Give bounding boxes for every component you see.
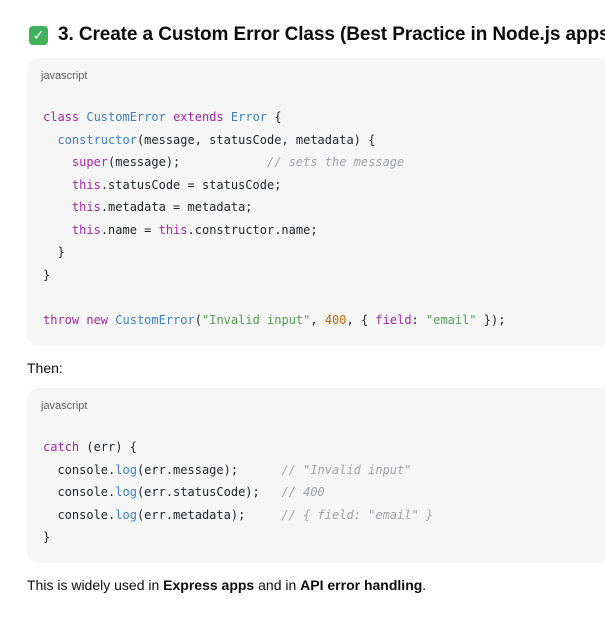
code-block-class: javascript class CustomError extends Err… <box>27 58 605 346</box>
section-heading: ✓ 3. Create a Custom Error Class (Best P… <box>29 24 605 46</box>
code-line: console.log(err.metadata); // { field: "… <box>43 507 434 522</box>
code-line: catch (err) { <box>43 440 137 454</box>
code-content[interactable]: class CustomError extends Error { constr… <box>43 106 505 331</box>
footer-bold-api: API error handling <box>300 577 423 593</box>
footer-prefix: This is widely used in <box>27 577 164 593</box>
code-line: this.name = this.constructor.name; <box>71 222 318 237</box>
code-line: constructor(message, statusCode, metadat… <box>57 132 376 147</box>
code-line: this.metadata = metadata; <box>71 200 253 214</box>
code-language-label: javascript <box>41 400 88 412</box>
footer-text: This is widely used in Express apps and … <box>27 577 426 593</box>
then-text: Then: <box>27 360 63 376</box>
code-line: this.statusCode = statusCode; <box>71 177 282 192</box>
footer-suffix: . <box>422 577 427 593</box>
section-title: 3. Create a Custom Error Class (Best Pra… <box>58 24 605 45</box>
code-line: super(message); // sets the message <box>71 155 405 169</box>
code-line: } <box>43 267 51 282</box>
check-mark-icon: ✓ <box>29 25 48 45</box>
code-content[interactable]: catch (err) { console.log(err.message); … <box>43 436 433 549</box>
footer-middle: and in <box>254 577 301 593</box>
footer-bold-express: Express apps <box>163 577 255 593</box>
code-line: console.log(err.statusCode); // 400 <box>43 485 325 499</box>
code-block-catch: javascript catch (err) { console.log(err… <box>27 388 605 563</box>
code-language-label: javascript <box>41 70 88 82</box>
code-line: class CustomError extends Error { <box>43 110 282 124</box>
code-line: throw new CustomError("Invalid input", 4… <box>43 312 506 327</box>
code-line: } <box>43 530 51 544</box>
code-line: console.log(err.message); // "Invalid in… <box>43 462 412 477</box>
code-line: } <box>43 245 65 259</box>
